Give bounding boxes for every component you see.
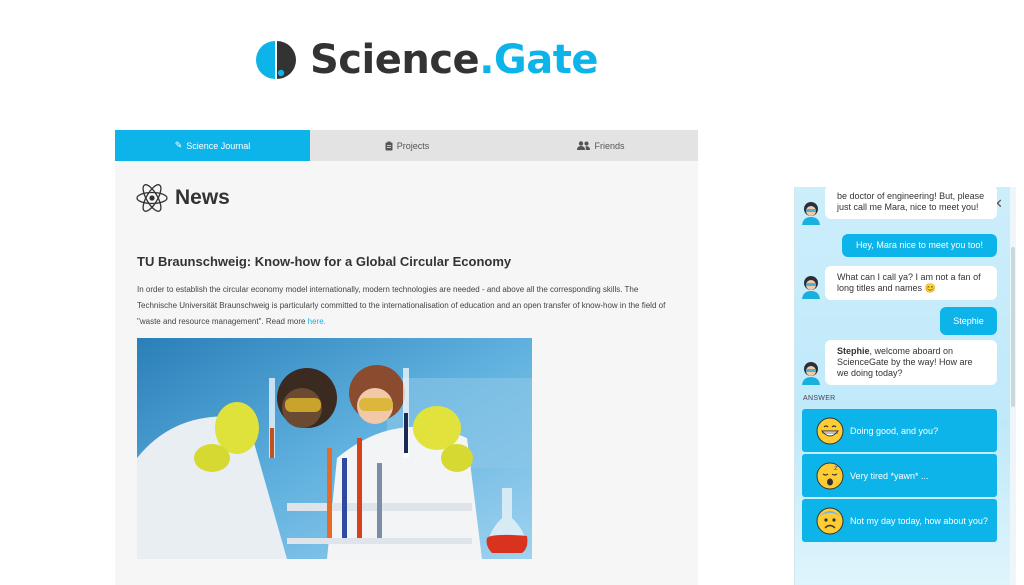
tab-label: Friends bbox=[594, 140, 625, 151]
tab-projects[interactable]: Projects bbox=[310, 130, 504, 161]
answer-label-text: Doing good, and you? bbox=[850, 425, 939, 436]
tab-bar: ✎ Science Journal Projects Friends bbox=[115, 130, 698, 161]
tab-label: Projects bbox=[396, 140, 430, 151]
chat-scrollbar[interactable] bbox=[1010, 187, 1016, 585]
tab-science-journal[interactable]: ✎ Science Journal bbox=[115, 130, 310, 161]
avatar-bot-icon bbox=[802, 202, 820, 225]
chat-message-user: Stephie bbox=[940, 307, 997, 335]
user-name: Stephie bbox=[837, 346, 870, 356]
tab-label: Science Journal bbox=[186, 140, 251, 151]
answer-button-tired[interactable]: z Very tired *yawn* ... bbox=[802, 454, 997, 497]
chat-message-bot: What can I call ya? I am not a fan of lo… bbox=[825, 266, 997, 300]
clipboard-icon bbox=[385, 141, 393, 150]
news-heading: News bbox=[175, 186, 230, 209]
answer-label-text: Not my day today, how about you? bbox=[850, 515, 988, 526]
svg-text:z: z bbox=[834, 464, 838, 472]
article-title[interactable]: TU Braunschweig: Know-how for a Global C… bbox=[137, 254, 511, 269]
answer-label: ANSWER bbox=[803, 395, 836, 402]
avatar-bot-icon bbox=[802, 362, 820, 385]
science-gate-logo[interactable]: Science.Gate bbox=[252, 36, 598, 84]
answer-label-text: Very tired *yawn* ... bbox=[850, 470, 929, 481]
chat-message-bot: be doctor of engineering! But, please ju… bbox=[825, 185, 997, 219]
news-header: News bbox=[135, 182, 230, 214]
read-more-link[interactable]: here. bbox=[308, 317, 326, 326]
anxious-emoji-icon bbox=[816, 507, 844, 534]
atom-icon bbox=[136, 184, 168, 212]
article-body: In order to establish the circular econo… bbox=[137, 285, 666, 326]
sleeping-emoji-icon: z bbox=[816, 462, 844, 489]
answer-button-good[interactable]: Doing good, and you? bbox=[802, 409, 997, 452]
pencil-icon: ✎ bbox=[174, 140, 183, 150]
chat-widget: ✕ be doctor of engineering! But, please … bbox=[794, 185, 1016, 585]
article-photo bbox=[137, 338, 532, 559]
tab-friends[interactable]: Friends bbox=[504, 130, 698, 161]
users-icon bbox=[577, 141, 591, 150]
chat-message-user: Hey, Mara nice to meet you too! bbox=[842, 234, 997, 257]
scroll-thumb[interactable] bbox=[1011, 247, 1015, 407]
avatar-bot-icon bbox=[802, 276, 820, 299]
page: Science.Gate ✎ Science Journal Projects … bbox=[0, 0, 1024, 585]
logo-mark-icon bbox=[256, 41, 296, 79]
chat-message-bot: Stephie, welcome aboard on ScienceGate b… bbox=[825, 340, 997, 385]
science-journal-panel: ✎ Science Journal Projects Friends News … bbox=[115, 130, 698, 585]
answer-button-bad-day[interactable]: Not my day today, how about you? bbox=[802, 499, 997, 542]
grinning-emoji-icon bbox=[816, 417, 844, 444]
logo-text: Science.Gate bbox=[310, 37, 598, 83]
